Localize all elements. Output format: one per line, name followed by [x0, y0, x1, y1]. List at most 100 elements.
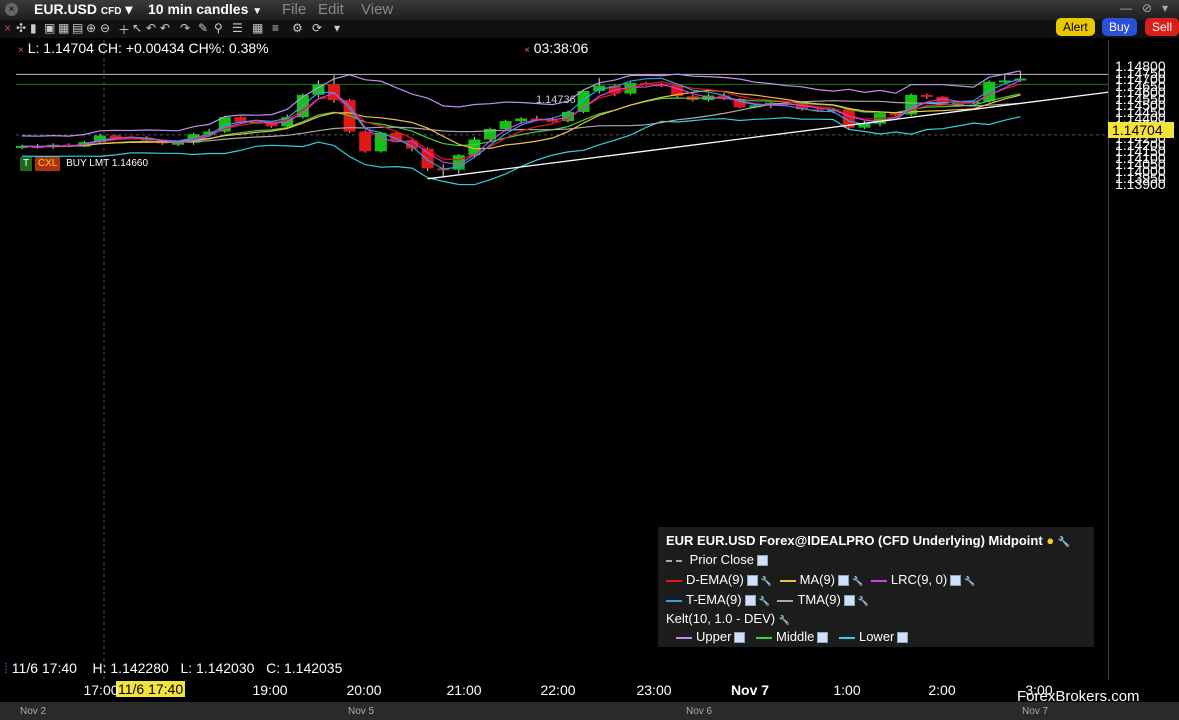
wrench-icon[interactable]: 🔧 [1058, 537, 1070, 548]
close-x-icon[interactable]: × [4, 21, 11, 35]
time-axis[interactable]: 11/6 17:40 17:00 19:00 20:00 21:00 22:00 23:0… [0, 680, 1179, 702]
clock-text: 03:38:06 [533, 40, 589, 56]
wrench-icon[interactable]: 🔧 [759, 596, 770, 606]
crosshair-marker-icon: ⁞ [4, 660, 8, 676]
cursor-icon[interactable]: ↖ [132, 21, 142, 35]
kelt-upper-checkbox[interactable] [734, 632, 746, 644]
period-text: 10 min candles [148, 1, 249, 17]
close-icon[interactable]: × [5, 3, 18, 16]
legend-row-3: T-EMA(9) 🔧 TMA(9) 🔧 [666, 592, 869, 607]
order-row[interactable]: T CXL BUY LMT 1.14660 [20, 157, 151, 171]
period-selector[interactable]: 10 min candles ▼ [148, 1, 262, 17]
pin-icon: × [18, 45, 24, 56]
candle-body [920, 94, 933, 97]
buy-button[interactable]: Buy [1102, 18, 1137, 36]
menu-edit[interactable]: Edit [318, 1, 344, 18]
last-line-text: L: 1.14704 CH: +0.00434 CH%: 0.38% [27, 40, 269, 56]
date-strip-label: Nov 2 [20, 706, 47, 717]
undo-icon[interactable]: ↶ [146, 21, 156, 35]
kelt-upper-line [21, 70, 1021, 137]
tma-swatch [777, 599, 794, 602]
order-cancel-badge[interactable]: CXL [34, 157, 61, 171]
order-transmit-badge[interactable]: T [20, 157, 33, 171]
layout-icon[interactable]: ▤ [72, 21, 83, 35]
t-ema-label: T-EMA(9) [686, 592, 742, 607]
refresh-icon[interactable]: ⟳ [312, 21, 322, 35]
prior-close-swatch [666, 559, 682, 562]
wrench-icon[interactable]: 🔧 [761, 576, 772, 586]
zoom-in-icon[interactable]: ⊕ [86, 21, 96, 35]
kelt-label: Kelt(10, 1.0 - DEV) [666, 611, 776, 626]
t-ema-checkbox[interactable] [744, 595, 756, 607]
minimize-icon[interactable]: — [1120, 1, 1132, 15]
x-tick-label: Nov 7 [730, 682, 770, 698]
legend-title: EUR EUR.USD Forex@IDEALPRO (CFD Underlyi… [666, 533, 1070, 548]
symbol-label[interactable]: EUR.USD CFD ▾ [34, 1, 132, 18]
legend-kelt-bands: Upper Middle Lower [676, 629, 911, 644]
date-strip-label: Nov 6 [686, 706, 713, 717]
indicator-legend: EUR EUR.USD Forex@IDEALPRO (CFD Underlyi… [658, 527, 1094, 647]
tune-icon[interactable]: ⚙ [292, 21, 303, 35]
x-tick-label: 19:00 [252, 682, 288, 698]
crosshair-time: 11/6 17:40 [11, 660, 77, 676]
grid-icon[interactable]: ▦ [58, 21, 69, 35]
undo-icon[interactable]: ↶ [160, 21, 170, 35]
chevron-down-icon: ▾ [125, 1, 133, 17]
d-ema-checkbox[interactable] [746, 575, 758, 587]
menu-file[interactable]: File [282, 1, 306, 18]
wrench-icon[interactable]: 🔧 [779, 615, 790, 625]
kelt-lower-checkbox[interactable] [897, 632, 909, 644]
redo-icon[interactable]: ↷ [180, 21, 190, 35]
kelt-middle-checkbox[interactable] [817, 632, 829, 644]
sell-button[interactable]: Sell [1145, 18, 1179, 36]
crosshair-high: H: 1.142280 [92, 660, 169, 676]
candle-body [421, 148, 434, 169]
alert-button[interactable]: Alert [1056, 18, 1095, 36]
list-icon[interactable]: ☰ [232, 21, 243, 35]
wrench-icon[interactable]: 🔧 [858, 596, 869, 606]
zoom-out-icon[interactable]: ⊖ [100, 21, 110, 35]
tma-checkbox[interactable] [843, 595, 855, 607]
lrc-checkbox[interactable] [950, 575, 962, 587]
chevron-down-icon: ▼ [252, 6, 263, 17]
search-icon[interactable]: ⚲ [214, 21, 223, 35]
kelt-upper-swatch [676, 636, 692, 639]
x-tick-label: 22:00 [540, 682, 576, 698]
wrench-icon[interactable]: 🔧 [964, 576, 975, 586]
kelt-middle-label: Middle [776, 629, 815, 644]
date-strip-label: Nov 7 [1022, 706, 1049, 717]
tma-label: TMA(9) [797, 592, 841, 607]
dropdown-icon[interactable]: ▾ [1162, 1, 1168, 15]
x-tick-label: 17:00 [83, 682, 119, 698]
candle-body [359, 131, 372, 152]
wrench-icon[interactable]: 🔧 [852, 576, 863, 586]
kelt-upper-label: Upper [696, 629, 732, 644]
ma-checkbox[interactable] [838, 575, 850, 587]
crosshair-close: C: 1.142035 [266, 660, 343, 676]
prior-close-label: Prior Close [689, 552, 754, 567]
crosshair-icon[interactable]: ＋ [118, 21, 130, 38]
lines-icon[interactable]: ≡ [272, 21, 279, 35]
kelt-middle-swatch [756, 636, 773, 639]
date-strip[interactable]: Nov 2 Nov 5 Nov 6 Nov 7 [0, 702, 1179, 720]
legend-row-2: D-EMA(9) 🔧 MA(9) 🔧 LRC(9, 0) 🔧 [666, 572, 975, 587]
grid-view-icon[interactable]: ▦ [252, 21, 263, 35]
info-icon[interactable]: ● [1046, 533, 1054, 548]
watermark: ForexBrokers.com [1017, 688, 1140, 705]
window-icon[interactable]: ▣ [44, 21, 55, 35]
pencil-icon[interactable]: ✎ [198, 21, 208, 35]
title-bar: × EUR.USD CFD ▾ 10 min candles ▼ File Ed… [0, 0, 1179, 21]
price-line-label: 1.14736 [536, 94, 576, 106]
prior-close-checkbox[interactable] [756, 555, 768, 567]
menu-view[interactable]: View [361, 1, 393, 18]
bar-chart-icon[interactable]: ▮ [30, 21, 37, 35]
link-icon[interactable]: ⊘ [1142, 1, 1152, 15]
x-tick-label: 2:00 [928, 682, 956, 698]
dropdown-icon[interactable]: ▾ [334, 21, 340, 35]
x-tick-label: 21:00 [446, 682, 482, 698]
lrc-swatch [870, 579, 887, 582]
x-tick-label: 1:00 [833, 682, 861, 698]
drag-icon[interactable]: ✣ [16, 21, 26, 35]
d-ema-label: D-EMA(9) [686, 572, 744, 587]
legend-kelt: Kelt(10, 1.0 - DEV) 🔧 [666, 611, 790, 626]
